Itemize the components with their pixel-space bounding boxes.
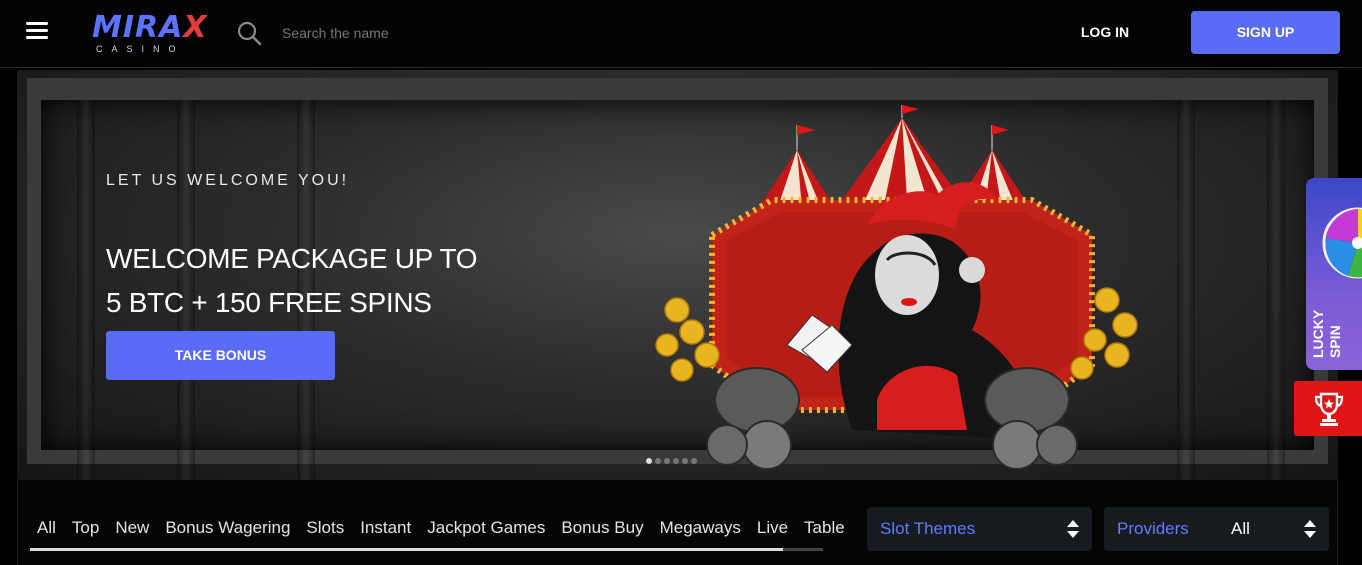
tournament-trophy-button[interactable] (1294, 381, 1362, 436)
welcome-banner: LET US WELCOME YOU! WELCOME PACKAGE UP T… (17, 70, 1338, 480)
slot-themes-select[interactable]: Slot Themes (867, 507, 1092, 551)
jester-circus-illustration (655, 105, 1138, 470)
sort-arrows-icon (1304, 520, 1316, 538)
lucky-spin-widget[interactable]: LUCKY SPIN (1306, 178, 1362, 370)
providers-value: All (1231, 519, 1250, 538)
carousel-dot[interactable] (664, 458, 670, 464)
category-tab-bonus-wagering[interactable]: Bonus Wagering (157, 516, 298, 540)
search-input[interactable] (272, 16, 572, 50)
category-tabs: All Top New Bonus Wagering Slots Instant Jackp… (37, 516, 853, 540)
wheel-icon (1322, 207, 1362, 279)
curtain-fold (1267, 100, 1285, 480)
carousel-dots (646, 458, 697, 464)
slot-themes-label: Slot Themes (880, 519, 976, 538)
category-tab-bonus-buy[interactable]: Bonus Buy (553, 516, 651, 540)
lucky-spin-label: LUCKY SPIN (1310, 309, 1343, 358)
carousel-dot[interactable] (646, 458, 652, 464)
trophy-icon (1314, 392, 1344, 426)
category-tab-jackpot-games[interactable]: Jackpot Games (419, 516, 553, 540)
curtain-fold (77, 100, 95, 480)
mirax-casino-logo[interactable]: MIRAX CASINO (92, 12, 208, 60)
search-icon[interactable] (236, 20, 262, 46)
hamburger-menu-icon[interactable] (26, 22, 48, 42)
category-tab-new[interactable]: New (107, 516, 157, 540)
headline-line-2: 5 BTC + 150 FREE SPINS (106, 287, 432, 318)
category-tab-live[interactable]: Live (749, 516, 796, 540)
tabs-scrollbar[interactable] (30, 548, 823, 551)
category-tab-top[interactable]: Top (64, 516, 107, 540)
carousel-dot[interactable] (673, 458, 679, 464)
banner-headline: WELCOME PACKAGE UP TO 5 BTC + 150 FREE S… (106, 237, 478, 325)
sort-arrows-icon (1067, 520, 1079, 538)
game-category-bar: All Top New Bonus Wagering Slots Instant Jackp… (17, 480, 1338, 565)
providers-label: Providers (1117, 519, 1189, 538)
carousel-dot[interactable] (682, 458, 688, 464)
top-header: MIRAX CASINO LOG IN SIGN UP (0, 0, 1362, 68)
category-tab-instant[interactable]: Instant (352, 516, 419, 540)
tabs-scrollbar-thumb[interactable] (30, 548, 784, 551)
category-tab-table[interactable]: Table (796, 516, 853, 540)
carousel-dot[interactable] (655, 458, 661, 464)
category-tab-slots[interactable]: Slots (298, 516, 352, 540)
providers-select[interactable]: Providers All (1104, 507, 1329, 551)
banner-eyebrow: LET US WELCOME YOU! (106, 172, 350, 189)
category-tab-all[interactable]: All (37, 516, 64, 540)
carousel-dot[interactable] (691, 458, 697, 464)
category-tab-megaways[interactable]: Megaways (652, 516, 749, 540)
curtain-fold (1177, 100, 1195, 480)
login-button[interactable]: LOG IN (1068, 20, 1142, 44)
take-bonus-button[interactable]: TAKE BONUS (106, 331, 335, 380)
signup-button[interactable]: SIGN UP (1191, 11, 1340, 54)
headline-line-1: WELCOME PACKAGE UP TO (106, 243, 478, 274)
